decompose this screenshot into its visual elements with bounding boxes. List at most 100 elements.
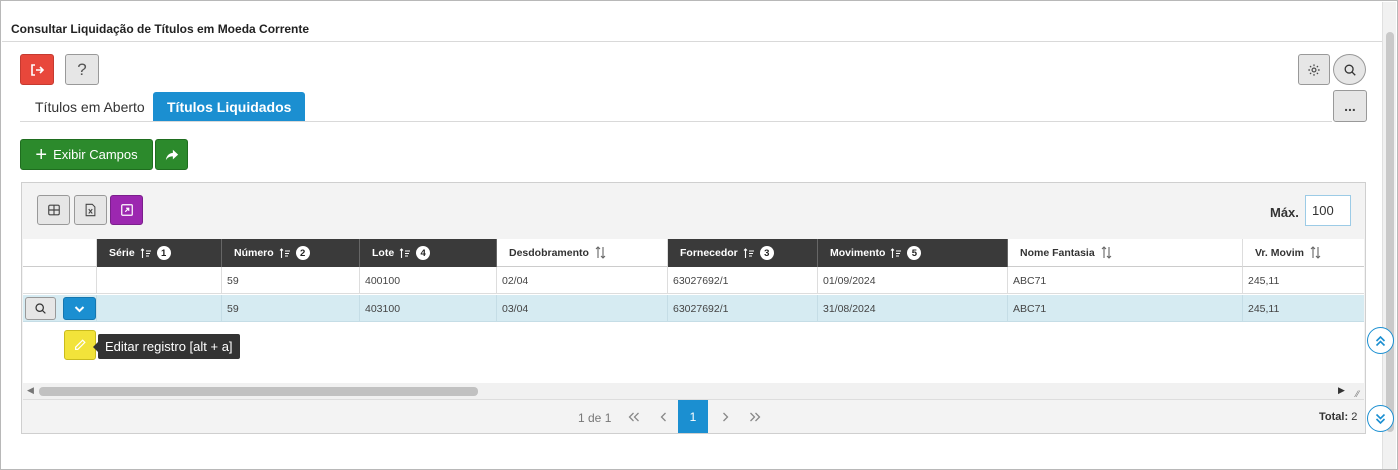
exit-icon [31,63,45,76]
cell-movimento: 01/09/2024 [818,267,1008,294]
table-row-selected[interactable]: 59 403100 03/04 63027692/1 31/08/2024 AB… [23,295,1364,322]
chevron-down-icon [74,305,85,312]
tab-bar: Títulos em Aberto Títulos Liquidados [20,92,1332,122]
grid-layout-button[interactable] [37,195,70,225]
settings-button[interactable] [1298,54,1330,85]
double-chevron-right-icon [750,412,761,421]
vertical-scrollbar[interactable] [1382,2,1396,469]
excel-file-icon [85,203,96,217]
scroll-to-top-button[interactable] [1367,327,1394,354]
max-records-input[interactable] [1305,195,1351,226]
total-count: Total: 2 [1319,411,1357,423]
expand-icon [120,204,133,216]
cell-fornecedor: 63027692/1 [668,267,818,294]
sort-both-icon [1309,246,1322,259]
expand-grid-button[interactable] [110,195,143,225]
cell-nome-fantasia: ABC71 [1008,295,1243,322]
column-header-numero[interactable]: Número 2 [222,239,360,267]
pencil-icon [75,339,86,350]
column-label: Série [109,247,135,259]
more-options-button[interactable]: ... [1333,90,1367,122]
cell-vr-movim: 245,11 [1248,274,1280,287]
cell-lote: 400100 [360,267,497,294]
column-header-fornecedor[interactable]: Fornecedor 3 [668,239,818,267]
exit-button[interactable] [20,54,54,85]
column-header-serie[interactable]: Série 1 [97,239,222,267]
chevron-right-icon [722,412,728,421]
cell-numero: 59 [222,267,360,294]
help-button[interactable]: ? [65,54,99,85]
column-header-nome-fantasia[interactable]: Nome Fantasia [1008,239,1243,267]
column-header-movimento[interactable]: Movimento 5 [818,239,1008,267]
data-table: Série 1 Número 2 Lote 4 Desdobramento Fo… [23,239,1364,383]
column-header-vr-movim[interactable]: Vr. Movim [1243,239,1364,267]
grid-panel: Máx. Série 1 Número 2 Lote 4 Desdobramen… [21,182,1366,434]
row-menu-button[interactable] [63,297,96,320]
column-label: Vr. Movim [1255,246,1305,259]
next-page-button[interactable] [710,400,740,433]
cell-desdobramento: 03/04 [497,295,668,322]
edit-record-button[interactable] [64,330,96,360]
sort-order-badge: 4 [416,246,431,260]
sort-asc-icon [140,247,152,259]
pagination-bar: 1 de 1 1 Total: 2 [23,399,1364,433]
search-button[interactable] [1333,54,1366,85]
column-label: Nome Fantasia [1020,246,1095,259]
sort-asc-icon [890,247,902,259]
double-chevron-left-icon [628,412,639,421]
page-info: 1 de 1 [578,411,612,425]
resize-handle-icon[interactable]: ⁄⁄ [1356,389,1359,399]
export-excel-button[interactable] [74,195,107,225]
double-chevron-up-icon [1375,335,1386,346]
cell-fornecedor: 63027692/1 [668,295,818,322]
exibir-campos-button[interactable]: + Exibir Campos [20,139,153,170]
sort-both-icon [1100,246,1113,259]
forward-button[interactable] [155,139,188,170]
cell-movimento: 31/08/2024 [818,295,1008,322]
cell-serie [97,295,222,322]
row-actions-cell [23,267,97,294]
column-label: Fornecedor [680,247,738,259]
column-label: Desdobramento [509,246,589,259]
column-label: Lote [372,247,395,259]
previous-page-button[interactable] [648,400,678,433]
horizontal-scrollbar-thumb[interactable] [39,387,478,396]
sort-asc-icon [279,247,291,259]
sort-order-badge: 5 [907,246,922,260]
share-arrow-icon [165,149,178,160]
sort-order-badge: 3 [759,246,774,260]
title-bar: Consultar Liquidação de Títulos em Moeda… [2,2,1383,42]
row-view-button[interactable] [25,297,56,320]
sort-asc-icon [743,247,755,259]
first-page-button[interactable] [619,400,649,433]
scroll-right-icon[interactable]: ▶ [1338,385,1345,396]
tab-titulos-liquidados[interactable]: Títulos Liquidados [153,92,306,121]
sort-order-badge: 1 [156,246,171,260]
column-header-desdobramento[interactable]: Desdobramento [497,239,668,267]
edit-record-tooltip: Editar registro [alt + a] [93,334,240,359]
cell-lote: 403100 [360,295,497,322]
cell-serie [97,267,222,294]
sort-asc-icon [399,247,411,259]
double-chevron-down-icon [1375,413,1386,424]
table-row[interactable]: 59 400100 02/04 63027692/1 01/09/2024 AB… [23,267,1364,294]
grid-icon [47,204,60,216]
scroll-to-bottom-button[interactable] [1367,405,1394,432]
column-label: Número [234,247,274,259]
vertical-scrollbar-thumb[interactable] [1386,32,1394,432]
exibir-campos-label: Exibir Campos [53,147,138,162]
scroll-left-icon[interactable]: ◀ [27,385,34,396]
last-page-button[interactable] [740,400,770,433]
current-page-button[interactable]: 1 [678,400,708,433]
plus-icon: + [35,143,48,166]
column-label: Movimento [830,247,886,259]
horizontal-scrollbar[interactable]: ◀ ▶ ⁄⁄ [23,383,1364,399]
page-title: Consultar Liquidação de Títulos em Moeda… [11,22,310,36]
cell-nome-fantasia: ABC71 [1008,267,1243,294]
tab-titulos-em-aberto[interactable]: Títulos em Aberto [21,92,159,121]
sort-both-icon [594,246,607,259]
gear-icon [1308,63,1320,76]
column-header-lote[interactable]: Lote 4 [360,239,497,267]
column-header-actions [23,239,97,267]
cell-vr-movim: 245,11 [1248,302,1280,315]
